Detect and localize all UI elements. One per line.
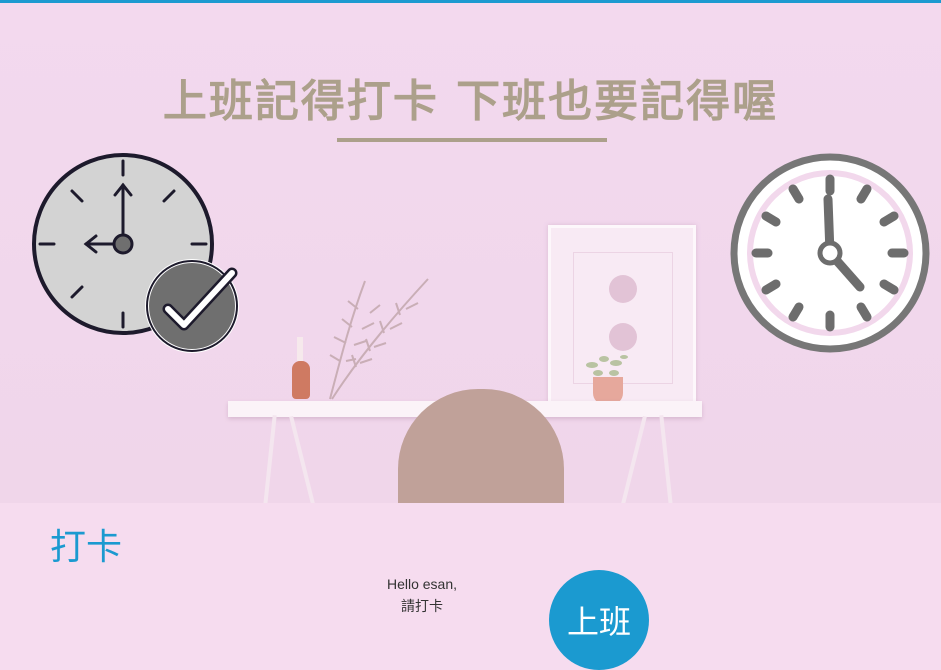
title-underline <box>337 138 607 142</box>
candle <box>297 337 303 361</box>
greeting-text: Hello esan, 請打卡 <box>352 573 492 617</box>
clock-with-checkmark-icon <box>32 153 239 353</box>
punch-section-heading: 打卡 <box>50 527 123 568</box>
candle-holder <box>292 361 310 399</box>
clock-in-button[interactable]: 上班 <box>549 570 649 670</box>
wall-clock-icon <box>730 153 930 353</box>
dried-plant-decoration <box>329 278 429 400</box>
greeting-line-prompt: 請打卡 <box>401 598 443 614</box>
hero-title: 上班記得打卡 下班也要記得喔 <box>162 76 779 127</box>
greeting-line-user: Hello esan, <box>386 576 458 592</box>
hero-banner: 上班記得打卡 下班也要記得喔 <box>0 3 941 503</box>
